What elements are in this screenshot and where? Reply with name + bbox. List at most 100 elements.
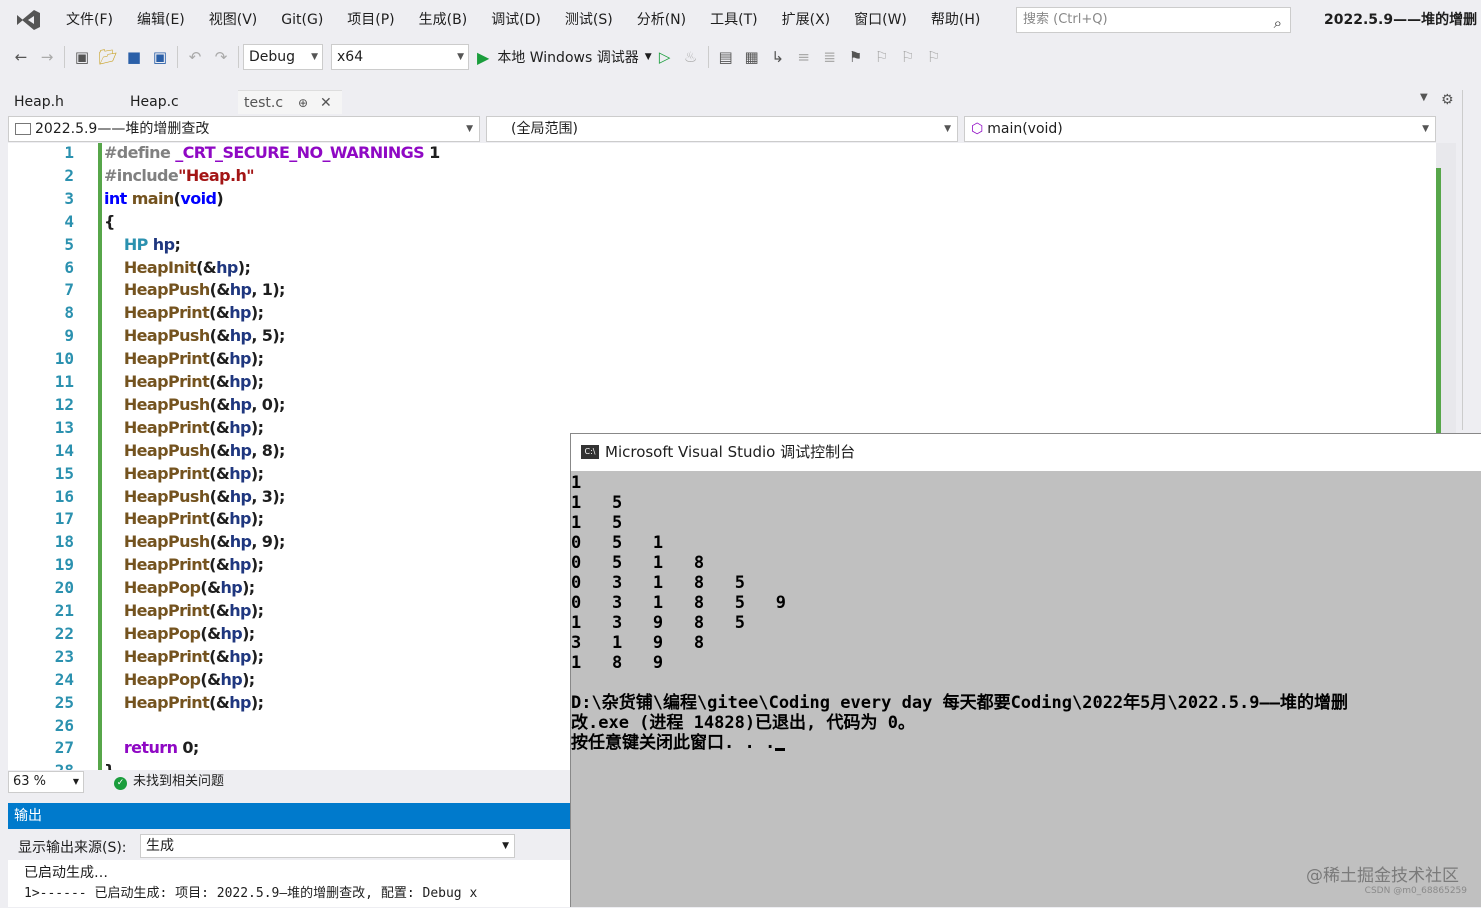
code-line[interactable]: HeapPush(&hp, 0); bbox=[104, 395, 286, 414]
console-line: 1 3 9 8 5 bbox=[571, 613, 745, 633]
code-line[interactable]: HeapPrint(&hp); bbox=[104, 349, 264, 368]
undo-icon[interactable]: ↶ bbox=[182, 44, 208, 70]
menu-item[interactable]: 测试(S) bbox=[553, 0, 625, 40]
menu-item[interactable]: 生成(B) bbox=[407, 0, 480, 40]
output-source-row: 显示输出来源(S): 生成 ▼ bbox=[8, 832, 570, 860]
code-line[interactable]: HeapPrint(&hp); bbox=[104, 601, 264, 620]
play-icon[interactable]: ▶ bbox=[477, 48, 489, 67]
line-number: 21 bbox=[54, 601, 74, 620]
back-icon[interactable]: ← bbox=[8, 44, 34, 70]
layout-icon[interactable]: ▦ bbox=[739, 44, 765, 70]
zoom-select[interactable]: 63 % ▼ bbox=[8, 771, 84, 793]
code-line[interactable]: HeapInit(&hp); bbox=[104, 258, 251, 277]
editor-scrollbar[interactable] bbox=[1436, 143, 1456, 433]
method-icon: ⬡ bbox=[971, 121, 984, 137]
pin-icon[interactable]: ⊕ bbox=[298, 91, 308, 115]
code-line[interactable]: #include"Heap.h" bbox=[104, 166, 255, 185]
line-number: 13 bbox=[54, 417, 74, 437]
code-line[interactable]: HeapPush(&hp, 8); bbox=[104, 441, 286, 460]
line-number: 8 bbox=[64, 303, 74, 323]
menu-item[interactable]: 调试(D) bbox=[479, 0, 553, 40]
menu-item[interactable]: 文件(F) bbox=[54, 0, 125, 40]
code-line[interactable]: HeapPush(&hp, 3); bbox=[104, 487, 286, 506]
toolbar: ← → ▣ 📂︎ ■ ▣ ↶ ↷ Debug ▼ x64 ▼ ▶ 本地 Window… bbox=[0, 40, 1481, 74]
code-line[interactable]: HeapPrint(&hp); bbox=[104, 418, 264, 437]
menu-item[interactable]: 帮助(H) bbox=[919, 0, 992, 40]
comment-icon[interactable]: ≡ bbox=[791, 44, 817, 70]
console-title-bar[interactable]: C:\ Microsoft Visual Studio 调试控制台 bbox=[571, 434, 1481, 471]
forward-icon[interactable]: → bbox=[34, 44, 60, 70]
scope-select[interactable]: (全局范围) ▼ bbox=[486, 116, 958, 142]
menu-item[interactable]: 分析(N) bbox=[625, 0, 698, 40]
code-line[interactable]: HeapPrint(&hp); bbox=[104, 647, 264, 666]
code-line[interactable]: { bbox=[104, 212, 115, 231]
close-icon[interactable]: ✕ bbox=[320, 91, 332, 115]
chevron-down-icon[interactable]: ▼ bbox=[645, 52, 652, 62]
tab-heap-c[interactable]: Heap.c bbox=[124, 90, 236, 114]
output-text-area[interactable]: 已启动生成… 1>------ 已启动生成: 项目: 2022.5.9—堆的增删… bbox=[8, 860, 570, 907]
code-line[interactable]: HeapPrint(&hp); bbox=[104, 693, 264, 712]
code-line[interactable]: int main(void) bbox=[104, 189, 224, 208]
redo-icon[interactable]: ↷ bbox=[208, 44, 234, 70]
code-line[interactable]: HeapPush(&hp, 5); bbox=[104, 326, 286, 345]
save-icon[interactable]: ■ bbox=[121, 44, 147, 70]
project-select[interactable]: 2022.5.9——堆的增删查改 ▼ bbox=[8, 116, 480, 142]
code-line[interactable]: #define _CRT_SECURE_NO_WARNINGS 1 bbox=[104, 143, 440, 162]
menu-item[interactable]: 扩展(X) bbox=[770, 0, 843, 40]
code-line[interactable]: HeapPrint(&hp); bbox=[104, 509, 264, 528]
console-line: 1 bbox=[571, 473, 582, 493]
bookmark-next-icon[interactable]: ⚐ bbox=[895, 44, 921, 70]
hot-reload-icon[interactable]: ♨ bbox=[678, 44, 704, 70]
gear-icon[interactable]: ⚙ bbox=[1441, 92, 1454, 108]
save-all-icon[interactable]: ▣ bbox=[147, 44, 173, 70]
code-line[interactable]: HeapPush(&hp, 9); bbox=[104, 532, 286, 551]
chevron-down-icon: ▼ bbox=[502, 841, 509, 851]
code-line[interactable]: HeapPrint(&hp); bbox=[104, 303, 264, 322]
code-line[interactable]: HeapPrint(&hp); bbox=[104, 372, 264, 391]
line-number: 18 bbox=[54, 532, 74, 552]
output-source-select[interactable]: 生成 ▼ bbox=[140, 834, 515, 858]
member-select[interactable]: ⬡ main(void) ▼ bbox=[964, 116, 1436, 142]
menu-item[interactable]: 工具(T) bbox=[698, 0, 769, 40]
search-input[interactable]: 搜索 (Ctrl+Q) ⌕ bbox=[1016, 7, 1291, 33]
tab-test-c[interactable]: test.c ⊕ ✕ bbox=[238, 90, 342, 114]
code-line[interactable]: return 0; bbox=[104, 738, 199, 757]
tab-list-icon[interactable]: ▼ bbox=[1420, 92, 1428, 103]
line-number: 22 bbox=[54, 623, 74, 643]
step-icon[interactable]: ↳ bbox=[765, 44, 791, 70]
check-icon: ✓ bbox=[114, 777, 127, 790]
menu-item[interactable]: 窗口(W) bbox=[842, 0, 919, 40]
tab-heap-h[interactable]: Heap.h bbox=[8, 90, 120, 114]
debug-console-window[interactable]: C:\ Microsoft Visual Studio 调试控制台 11 51 … bbox=[570, 433, 1481, 907]
menu-item[interactable]: 编辑(E) bbox=[125, 0, 197, 40]
start-debugger-button[interactable]: 本地 Windows 调试器 bbox=[497, 47, 638, 67]
bookmark-icon[interactable]: ⚑ bbox=[843, 44, 869, 70]
menu-item[interactable]: 项目(P) bbox=[335, 0, 406, 40]
console-line: 0 5 1 8 bbox=[571, 553, 705, 573]
menu-item[interactable]: Git(G) bbox=[269, 0, 335, 40]
code-line[interactable]: HeapPush(&hp, 1); bbox=[104, 280, 286, 299]
menu-item[interactable]: 视图(V) bbox=[197, 0, 270, 40]
code-line[interactable]: HeapPop(&hp); bbox=[104, 578, 255, 597]
code-line[interactable]: } bbox=[104, 761, 115, 770]
line-number: 17 bbox=[54, 509, 74, 529]
visual-studio-logo-icon[interactable] bbox=[14, 8, 42, 32]
bookmark-prev-icon[interactable]: ⚐ bbox=[869, 44, 895, 70]
bookmark-clear-icon[interactable]: ⚐ bbox=[921, 44, 947, 70]
issues-status[interactable]: ✓ 未找到相关问题 bbox=[114, 770, 224, 794]
open-folder-icon[interactable]: 📂︎ bbox=[95, 44, 121, 70]
new-project-icon[interactable]: ▣ bbox=[69, 44, 95, 70]
platform-select[interactable]: x64 ▼ bbox=[331, 44, 469, 70]
code-line[interactable]: HeapPop(&hp); bbox=[104, 624, 255, 643]
code-line[interactable]: HeapPop(&hp); bbox=[104, 670, 255, 689]
uncomment-icon[interactable]: ≣ bbox=[817, 44, 843, 70]
configuration-select[interactable]: Debug ▼ bbox=[243, 44, 323, 70]
code-line[interactable]: HP hp; bbox=[104, 235, 181, 254]
console-line: 0 5 1 bbox=[571, 533, 664, 553]
run-without-debugging-icon[interactable]: ▷ bbox=[652, 44, 678, 70]
folder-icon[interactable]: ▤ bbox=[713, 44, 739, 70]
watermark: @稀土掘金技术社区 bbox=[1306, 866, 1459, 886]
code-line[interactable]: HeapPrint(&hp); bbox=[104, 464, 264, 483]
code-line[interactable]: HeapPrint(&hp); bbox=[104, 555, 264, 574]
